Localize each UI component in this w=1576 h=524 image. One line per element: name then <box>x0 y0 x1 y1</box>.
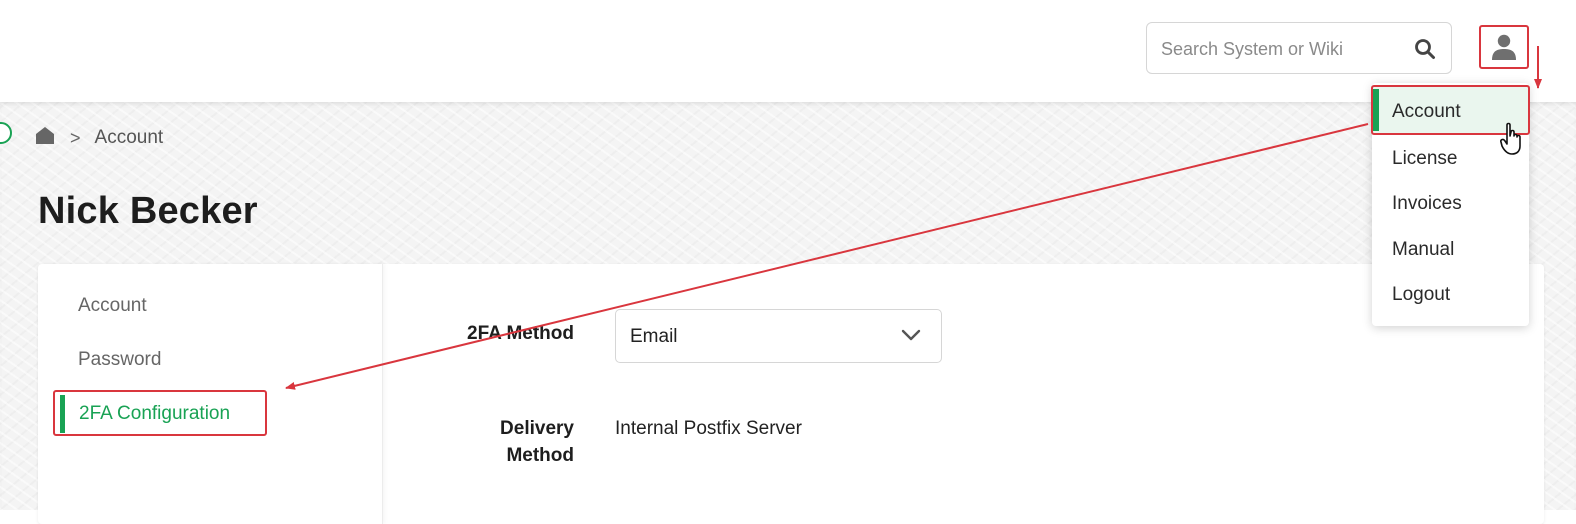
settings-nav: Account Password 2FA Configuration <box>38 264 383 524</box>
search-input[interactable] <box>1159 33 1413 65</box>
home-icon[interactable] <box>36 127 54 149</box>
sidebar-item-account[interactable]: Account <box>78 295 147 317</box>
sidebar-toggle[interactable] <box>0 122 12 144</box>
breadcrumb-current[interactable]: Account <box>95 127 164 149</box>
delivery-value: Internal Postfix Server <box>615 418 802 439</box>
top-bar <box>0 0 1576 102</box>
chevron-down-icon <box>901 328 921 347</box>
page-title: Nick Becker <box>38 190 258 232</box>
hand-cursor-icon <box>1500 122 1521 155</box>
menu-item-invoices[interactable]: Invoices <box>1392 193 1462 215</box>
sidebar-item-2fa-configuration[interactable]: 2FA Configuration <box>53 390 267 436</box>
active-indicator <box>1373 89 1379 131</box>
menu-item-license[interactable]: License <box>1392 148 1458 170</box>
active-indicator <box>60 395 65 433</box>
search-icon[interactable] <box>1413 37 1437 61</box>
delivery-label: Delivery Method <box>500 418 574 466</box>
sidebar-item-label: 2FA Configuration <box>79 403 231 424</box>
menu-item-manual[interactable]: Manual <box>1392 239 1454 261</box>
search-box[interactable] <box>1146 22 1452 74</box>
main-content: > Account Nick Becker Account Password 2… <box>0 102 1576 524</box>
user-icon <box>1492 34 1516 60</box>
user-dropdown-menu: Account License Invoices Manual Logout <box>1371 83 1530 326</box>
breadcrumb: > Account <box>36 126 163 150</box>
sidebar-item-password[interactable]: Password <box>78 349 161 371</box>
settings-panel: Account Password 2FA Configuration 2FA M… <box>38 264 1544 524</box>
menu-item-label: Account <box>1392 101 1461 122</box>
method-select-value: Email <box>630 326 678 347</box>
method-select[interactable]: Email <box>615 309 942 363</box>
user-menu-button[interactable] <box>1479 25 1529 69</box>
menu-item-logout[interactable]: Logout <box>1392 284 1450 306</box>
breadcrumb-separator: > <box>70 127 81 148</box>
method-label: 2FA Method <box>467 323 574 344</box>
